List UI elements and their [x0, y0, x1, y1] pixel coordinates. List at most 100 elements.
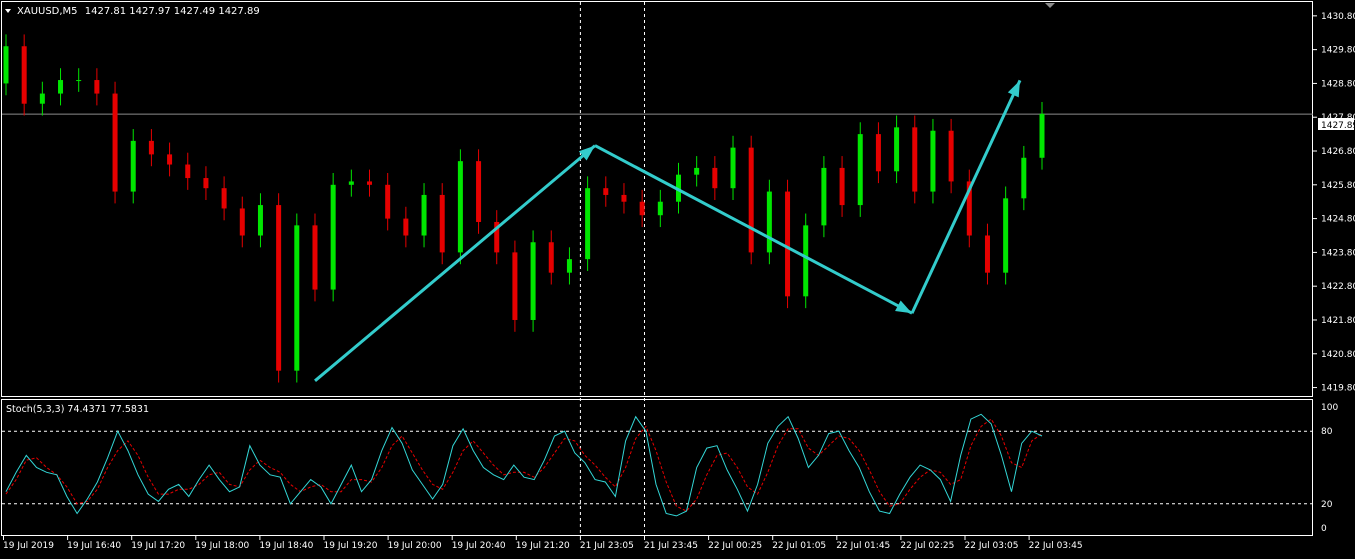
price-tick-label: 1420.80	[1321, 350, 1355, 360]
bear-candle	[439, 194, 445, 253]
stochastic-panel-frame	[1, 399, 1313, 536]
time-tick-label: 22 Jul 01:05	[772, 541, 826, 551]
bull-candle	[457, 161, 463, 253]
shift-marker-icon[interactable]	[1045, 3, 1055, 8]
bull-candle	[930, 130, 936, 192]
bull-candle	[894, 127, 900, 172]
current-price-label: 1427.89	[1321, 121, 1355, 131]
bear-candle	[312, 225, 318, 290]
bull-candle	[530, 242, 536, 320]
stochastic-level-label: 20	[1321, 500, 1333, 510]
time-tick-label: 22 Jul 02:25	[900, 541, 954, 551]
bear-candle	[512, 252, 518, 320]
price-tick-label: 1424.80	[1321, 215, 1355, 225]
bull-candle	[657, 201, 663, 216]
bull-candle	[421, 194, 427, 236]
bear-candle	[112, 93, 118, 192]
bear-candle	[403, 218, 409, 236]
time-tick-label: 22 Jul 00:25	[708, 541, 762, 551]
bear-candle	[385, 184, 391, 219]
bear-candle	[239, 208, 245, 236]
time-tick-label: 22 Jul 03:45	[1029, 541, 1083, 551]
bull-candle	[58, 80, 64, 94]
bull-candle	[766, 191, 772, 253]
bull-candle	[39, 93, 45, 104]
price-tick-label: 1429.80	[1321, 46, 1355, 56]
stochastic-level-label: 100	[1321, 403, 1338, 413]
bear-candle	[839, 167, 845, 206]
bear-candle	[367, 181, 373, 185]
price-tick-label: 1428.80	[1321, 79, 1355, 89]
price-tick-label: 1425.80	[1321, 181, 1355, 191]
bull-candle	[3, 46, 9, 84]
time-tick-label: 19 Jul 21:20	[516, 541, 570, 551]
trend-arrow-head	[895, 300, 912, 314]
price-tick-label: 1430.80	[1321, 12, 1355, 22]
symbol-dropdown-icon[interactable]	[5, 9, 11, 13]
bull-candle	[585, 188, 591, 260]
bear-candle	[621, 194, 627, 202]
chart-canvas[interactable]: 10080200 1430.801429.801428.801427.80142…	[0, 0, 1355, 555]
bear-candle	[948, 130, 954, 182]
bear-candle	[639, 201, 645, 216]
bear-candle	[785, 191, 791, 297]
bear-candle	[476, 161, 482, 222]
bear-candle	[984, 235, 990, 273]
bear-candle	[167, 154, 173, 165]
time-tick-label: 19 Jul 20:40	[452, 541, 506, 551]
bear-candle	[548, 242, 554, 273]
bull-candle	[857, 134, 863, 206]
trading-chart-window[interactable]: 10080200 1430.801429.801428.801427.80142…	[0, 0, 1355, 555]
bull-candle	[330, 184, 336, 290]
bear-candle	[221, 188, 227, 209]
ohlc-values: 1427.81 1427.97 1427.49 1427.89	[85, 6, 260, 17]
bull-candle	[76, 80, 82, 82]
time-tick-label: 19 Jul 2019	[3, 541, 54, 551]
price-tick-label: 1426.80	[1321, 147, 1355, 157]
bull-candle	[730, 147, 736, 189]
trend-arrow-head	[1007, 80, 1020, 98]
time-tick-label: 19 Jul 20:00	[388, 541, 442, 551]
bear-candle	[203, 178, 209, 189]
time-tick-label: 19 Jul 17:20	[131, 541, 185, 551]
bull-candle	[348, 181, 354, 185]
time-tick-label: 21 Jul 23:45	[644, 541, 698, 551]
bear-candle	[185, 164, 191, 179]
time-tick-label: 21 Jul 23:05	[580, 541, 634, 551]
price-panel-frame	[1, 1, 1313, 397]
bear-candle	[148, 140, 154, 155]
symbol-timeframe-label: XAUUSD,M5	[17, 6, 78, 17]
time-tick-label: 22 Jul 03:05	[965, 541, 1019, 551]
svg-text:XAUUSD,M5 1427.81 1427.9: XAUUSD,M5 1427.81 1427.97 1427.49 1427.8…	[17, 6, 260, 17]
trend-arrow-line	[910, 79, 1022, 314]
bear-candle	[912, 127, 918, 192]
bull-candle	[694, 167, 700, 175]
price-tick-label: 1422.80	[1321, 282, 1355, 292]
stochastic-label: Stoch(5,3,3) 74.4371 77.5831	[6, 404, 149, 415]
bear-candle	[276, 205, 282, 371]
stochastic-main-line	[5, 413, 1043, 517]
price-tick-label: 1419.80	[1321, 384, 1355, 394]
bull-candle	[294, 225, 300, 371]
time-tick-label: 22 Jul 01:45	[836, 541, 890, 551]
stochastic-level-label: 0	[1321, 524, 1327, 534]
time-tick-label: 19 Jul 16:40	[67, 541, 121, 551]
bear-candle	[712, 167, 718, 189]
bull-candle	[821, 167, 827, 226]
bull-candle	[1003, 198, 1009, 273]
bear-candle	[21, 46, 27, 104]
time-tick-label: 19 Jul 19:20	[324, 541, 378, 551]
bear-candle	[94, 80, 100, 94]
time-tick-label: 19 Jul 18:40	[259, 541, 313, 551]
price-tick-label: 1423.80	[1321, 248, 1355, 258]
bear-candle	[875, 134, 881, 172]
stochastic-level-label: 80	[1321, 427, 1333, 437]
time-tick-label: 19 Jul 18:00	[195, 541, 249, 551]
bull-candle	[1039, 113, 1045, 158]
bull-candle	[1021, 157, 1027, 199]
bull-candle	[803, 225, 809, 297]
bull-candle	[130, 140, 136, 192]
bear-candle	[603, 188, 609, 195]
bear-candle	[748, 147, 754, 253]
bull-candle	[566, 259, 572, 273]
